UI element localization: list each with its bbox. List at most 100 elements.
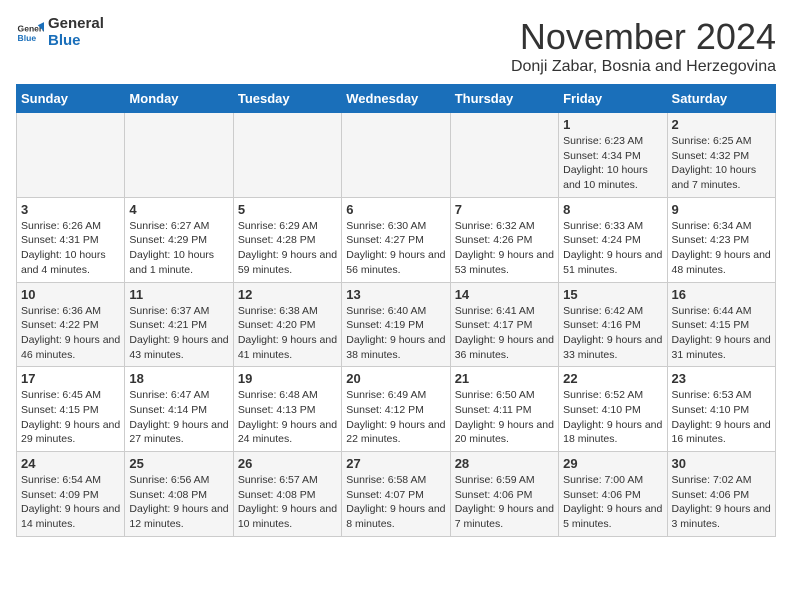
calendar-day-8: 8 Sunrise: 6:33 AM Sunset: 4:24 PM Daylig… (559, 197, 667, 282)
day-number: 30 (672, 456, 771, 471)
empty-day-cell (233, 113, 341, 198)
day-number: 11 (129, 287, 228, 302)
empty-day-cell (125, 113, 233, 198)
calendar-day-9: 9 Sunrise: 6:34 AM Sunset: 4:23 PM Daylig… (667, 197, 775, 282)
logo-blue-text: Blue (48, 33, 104, 50)
calendar-day-24: 24 Sunrise: 6:54 AM Sunset: 4:09 PM Dayli… (17, 452, 125, 537)
calendar-day-16: 16 Sunrise: 6:44 AM Sunset: 4:15 PM Dayli… (667, 282, 775, 367)
day-number: 15 (563, 287, 662, 302)
calendar-day-22: 22 Sunrise: 6:52 AM Sunset: 4:10 PM Dayli… (559, 367, 667, 452)
weekday-header-wednesday: Wednesday (342, 85, 450, 113)
calendar-day-11: 11Sunrise: 6:37 AM Sunset: 4:21 PM Dayli… (125, 282, 233, 367)
day-info: Sunrise: 6:26 AM Sunset: 4:31 PM Dayligh… (21, 219, 120, 278)
calendar-day-26: 26Sunrise: 6:57 AM Sunset: 4:08 PM Dayli… (233, 452, 341, 537)
day-number: 19 (238, 371, 337, 386)
calendar-day-6: 6 Sunrise: 6:30 AM Sunset: 4:27 PM Daylig… (342, 197, 450, 282)
weekday-header-monday: Monday (125, 85, 233, 113)
day-info: Sunrise: 6:52 AM Sunset: 4:10 PM Dayligh… (563, 388, 662, 447)
calendar-week-row: 3 Sunrise: 6:26 AM Sunset: 4:31 PM Daylig… (17, 197, 776, 282)
day-info: Sunrise: 6:53 AM Sunset: 4:10 PM Dayligh… (672, 388, 771, 447)
day-info: Sunrise: 6:54 AM Sunset: 4:09 PM Dayligh… (21, 473, 120, 532)
day-number: 29 (563, 456, 662, 471)
calendar-day-3: 3 Sunrise: 6:26 AM Sunset: 4:31 PM Daylig… (17, 197, 125, 282)
day-number: 21 (455, 371, 554, 386)
day-info: Sunrise: 6:34 AM Sunset: 4:23 PM Dayligh… (672, 219, 771, 278)
calendar-week-row: 1Sunrise: 6:23 AM Sunset: 4:34 PM Daylig… (17, 113, 776, 198)
day-number: 3 (21, 202, 120, 217)
calendar-day-7: 7Sunrise: 6:32 AM Sunset: 4:26 PM Daylig… (450, 197, 558, 282)
day-info: Sunrise: 6:44 AM Sunset: 4:15 PM Dayligh… (672, 304, 771, 363)
calendar-day-5: 5 Sunrise: 6:29 AM Sunset: 4:28 PM Daylig… (233, 197, 341, 282)
weekday-header-tuesday: Tuesday (233, 85, 341, 113)
day-number: 13 (346, 287, 445, 302)
calendar-day-15: 15 Sunrise: 6:42 AM Sunset: 4:16 PM Dayli… (559, 282, 667, 367)
day-info: Sunrise: 6:42 AM Sunset: 4:16 PM Dayligh… (563, 304, 662, 363)
calendar-header: SundayMondayTuesdayWednesdayThursdayFrid… (17, 85, 776, 113)
calendar-table: SundayMondayTuesdayWednesdayThursdayFrid… (16, 84, 776, 537)
calendar-day-4: 4Sunrise: 6:27 AM Sunset: 4:29 PM Daylig… (125, 197, 233, 282)
weekday-header-sunday: Sunday (17, 85, 125, 113)
day-info: Sunrise: 6:57 AM Sunset: 4:08 PM Dayligh… (238, 473, 337, 532)
calendar-day-14: 14 Sunrise: 6:41 AM Sunset: 4:17 PM Dayli… (450, 282, 558, 367)
day-info: Sunrise: 6:40 AM Sunset: 4:19 PM Dayligh… (346, 304, 445, 363)
day-number: 8 (563, 202, 662, 217)
day-number: 6 (346, 202, 445, 217)
day-number: 24 (21, 456, 120, 471)
day-number: 23 (672, 371, 771, 386)
day-number: 22 (563, 371, 662, 386)
day-info: Sunrise: 6:27 AM Sunset: 4:29 PM Dayligh… (129, 219, 228, 278)
page-header: General Blue General Blue November 2024 … (16, 16, 776, 76)
calendar-week-row: 17 Sunrise: 6:45 AM Sunset: 4:15 PM Dayli… (17, 367, 776, 452)
calendar-day-20: 20 Sunrise: 6:49 AM Sunset: 4:12 PM Dayli… (342, 367, 450, 452)
day-number: 12 (238, 287, 337, 302)
weekday-header-row: SundayMondayTuesdayWednesdayThursdayFrid… (17, 85, 776, 113)
day-number: 16 (672, 287, 771, 302)
calendar-day-21: 21 Sunrise: 6:50 AM Sunset: 4:11 PM Dayli… (450, 367, 558, 452)
logo: General Blue General Blue (16, 16, 104, 49)
calendar-day-30: 30 Sunrise: 7:02 AM Sunset: 4:06 PM Dayli… (667, 452, 775, 537)
calendar-day-12: 12 Sunrise: 6:38 AM Sunset: 4:20 PM Dayli… (233, 282, 341, 367)
calendar-day-25: 25Sunrise: 6:56 AM Sunset: 4:08 PM Dayli… (125, 452, 233, 537)
day-number: 2 (672, 117, 771, 132)
empty-day-cell (450, 113, 558, 198)
calendar-day-1: 1Sunrise: 6:23 AM Sunset: 4:34 PM Daylig… (559, 113, 667, 198)
calendar-day-23: 23 Sunrise: 6:53 AM Sunset: 4:10 PM Dayli… (667, 367, 775, 452)
day-info: Sunrise: 6:59 AM Sunset: 4:06 PM Dayligh… (455, 473, 554, 532)
location-subtitle: Donji Zabar, Bosnia and Herzegovina (511, 58, 776, 76)
day-number: 17 (21, 371, 120, 386)
day-info: Sunrise: 6:58 AM Sunset: 4:07 PM Dayligh… (346, 473, 445, 532)
day-info: Sunrise: 6:50 AM Sunset: 4:11 PM Dayligh… (455, 388, 554, 447)
day-info: Sunrise: 6:36 AM Sunset: 4:22 PM Dayligh… (21, 304, 120, 363)
day-number: 7 (455, 202, 554, 217)
day-number: 27 (346, 456, 445, 471)
day-info: Sunrise: 6:49 AM Sunset: 4:12 PM Dayligh… (346, 388, 445, 447)
empty-day-cell (17, 113, 125, 198)
day-number: 9 (672, 202, 771, 217)
calendar-body: 1Sunrise: 6:23 AM Sunset: 4:34 PM Daylig… (17, 113, 776, 537)
logo-icon: General Blue (16, 19, 44, 47)
day-number: 28 (455, 456, 554, 471)
weekday-header-saturday: Saturday (667, 85, 775, 113)
day-info: Sunrise: 6:33 AM Sunset: 4:24 PM Dayligh… (563, 219, 662, 278)
calendar-day-29: 29Sunrise: 7:00 AM Sunset: 4:06 PM Dayli… (559, 452, 667, 537)
calendar-day-19: 19 Sunrise: 6:48 AM Sunset: 4:13 PM Dayli… (233, 367, 341, 452)
calendar-day-17: 17 Sunrise: 6:45 AM Sunset: 4:15 PM Dayli… (17, 367, 125, 452)
day-info: Sunrise: 6:30 AM Sunset: 4:27 PM Dayligh… (346, 219, 445, 278)
calendar-week-row: 24 Sunrise: 6:54 AM Sunset: 4:09 PM Dayli… (17, 452, 776, 537)
weekday-header-thursday: Thursday (450, 85, 558, 113)
month-title: November 2024 (511, 16, 776, 58)
day-number: 10 (21, 287, 120, 302)
day-info: Sunrise: 6:29 AM Sunset: 4:28 PM Dayligh… (238, 219, 337, 278)
day-number: 5 (238, 202, 337, 217)
day-info: Sunrise: 6:48 AM Sunset: 4:13 PM Dayligh… (238, 388, 337, 447)
day-info: Sunrise: 6:41 AM Sunset: 4:17 PM Dayligh… (455, 304, 554, 363)
day-number: 1 (563, 117, 662, 132)
day-number: 14 (455, 287, 554, 302)
logo-general-text: General (48, 16, 104, 33)
day-info: Sunrise: 7:02 AM Sunset: 4:06 PM Dayligh… (672, 473, 771, 532)
day-info: Sunrise: 6:45 AM Sunset: 4:15 PM Dayligh… (21, 388, 120, 447)
day-number: 20 (346, 371, 445, 386)
day-info: Sunrise: 6:38 AM Sunset: 4:20 PM Dayligh… (238, 304, 337, 363)
calendar-day-13: 13 Sunrise: 6:40 AM Sunset: 4:19 PM Dayli… (342, 282, 450, 367)
calendar-day-18: 18Sunrise: 6:47 AM Sunset: 4:14 PM Dayli… (125, 367, 233, 452)
